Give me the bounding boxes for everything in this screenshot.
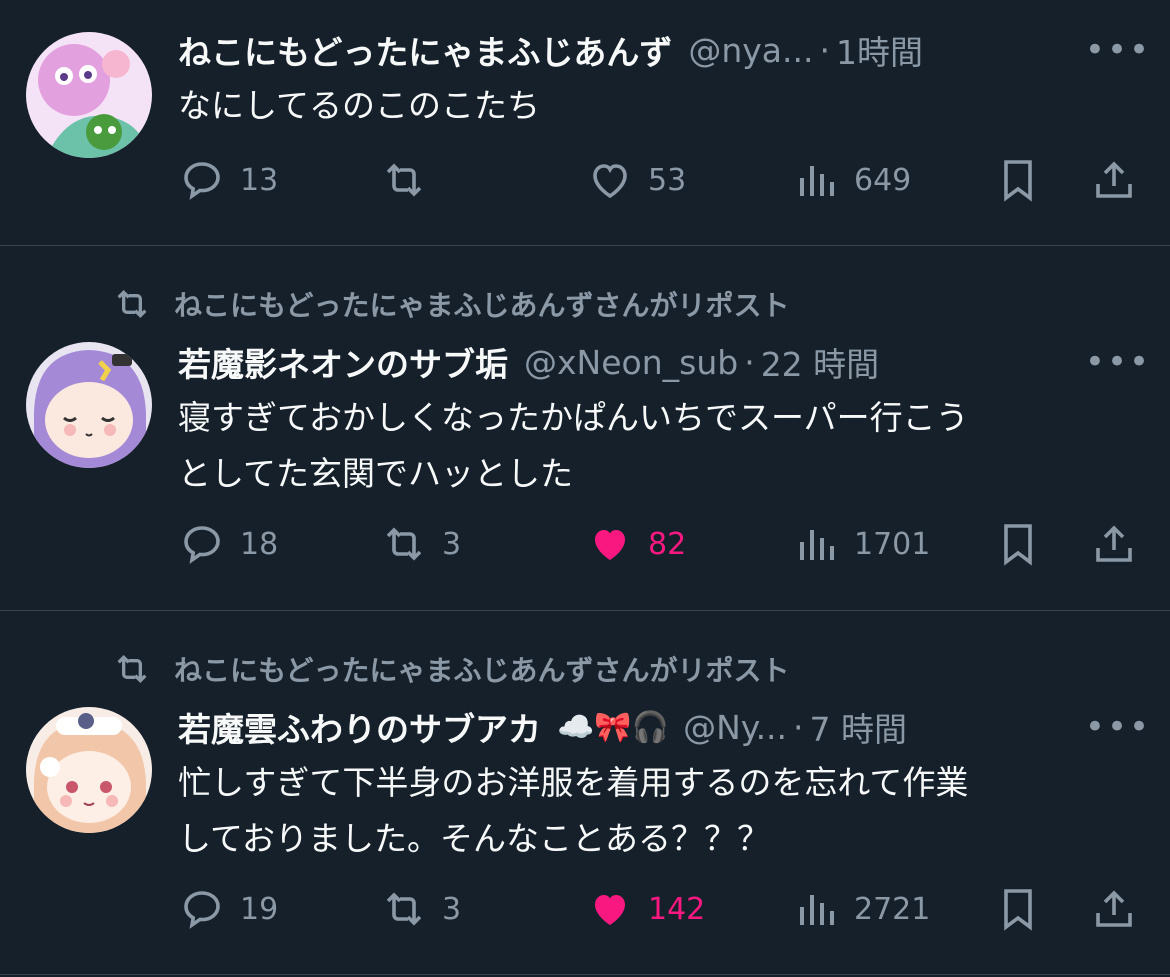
display-name[interactable]: 若魔雲ふわりのサブアカ [178,703,541,751]
tweet[interactable]: ねこにもどったにゃまふじあんずさんがリポスト 若魔雲ふわりのサブアカ ☁️🎀🎧 … [0,611,1170,977]
repost-text: ねこにもどったにゃまふじあんずさんがリポスト [174,654,790,687]
separator-dot: · [744,342,755,382]
views-button[interactable]: 2721 [792,881,930,937]
display-name[interactable]: ねこにもどったにゃまふじあんず [178,26,672,74]
action-bar: 18 3 82 1701 [0,516,1170,572]
view-count: 2721 [854,891,931,927]
bookmark-icon[interactable] [994,520,1042,568]
more-icon[interactable]: ••• [1085,30,1149,70]
separator-dot: · [819,30,830,70]
repost-indicator[interactable]: ねこにもどったにゃまふじあんずさんがリポスト [112,284,789,324]
reply-button[interactable]: 13 [178,152,278,208]
like-icon [593,164,627,199]
tweet-text: 寝すぎておかしくなったかぱんいちでスーパー行こう としてた玄関でハッとした [178,390,1138,502]
repost-indicator-icon [117,289,147,319]
action-bar: 19 3 142 2721 [0,881,1170,937]
retweet-button[interactable]: 3 [380,516,461,572]
views-button[interactable]: 1701 [792,516,930,572]
action-bar: 13 53 649 [0,152,1170,208]
like-count: 53 [648,162,687,198]
timestamp[interactable]: 22 時間 [761,338,879,386]
retweet-button[interactable] [380,152,442,208]
like-icon [595,895,625,925]
like-button[interactable]: 53 [586,152,686,208]
display-name[interactable]: 若魔影ネオンのサブ垢 [178,338,508,386]
view-count: 649 [854,162,912,198]
reply-icon [184,891,220,929]
user-handle[interactable]: @nya... [688,31,813,70]
tweet-text-line: としてた玄関でハッとした [178,454,574,493]
bookmark-icon[interactable] [994,156,1042,204]
share-icon[interactable] [1090,156,1138,204]
reply-count: 13 [240,162,279,198]
avatar[interactable] [26,32,152,158]
tweet-text: なにしてるのこのこたち [178,78,1138,134]
separator-dot: · [793,707,804,747]
tweet-text-line: なにしてるのこのこたち [178,86,541,125]
like-button[interactable]: 82 [586,516,686,572]
repost-text: ねこにもどったにゃまふじあんずさんがリポスト [174,289,790,322]
views-icon [800,530,834,560]
like-button[interactable]: 142 [586,881,705,937]
views-button[interactable]: 649 [792,152,911,208]
more-icon[interactable]: ••• [1085,342,1149,382]
retweet-icon [386,892,422,926]
reply-icon [184,526,220,564]
repost-indicator-icon [117,654,147,684]
retweet-button[interactable]: 3 [380,881,461,937]
name-emoji: ☁️🎀🎧 [557,709,670,745]
view-count: 1701 [854,526,931,562]
timestamp[interactable]: 7 時間 [810,703,908,751]
more-icon[interactable]: ••• [1085,707,1149,747]
reply-button[interactable]: 19 [178,881,278,937]
tweet-text: 忙しすぎて下半身のお洋服を着用するのを忘れて作業 しておりました。そんなことある… [178,755,1138,867]
views-icon [800,166,834,196]
tweet-divider [0,974,1170,975]
tweet-header: 若魔雲ふわりのサブアカ ☁️🎀🎧 @Ny... · 7 時間 [178,701,1050,753]
reply-icon [184,162,220,200]
retweet-count: 3 [442,891,462,927]
repost-indicator[interactable]: ねこにもどったにゃまふじあんずさんがリポスト [112,649,789,689]
timestamp[interactable]: 1時間 [836,26,923,74]
share-icon[interactable] [1090,520,1138,568]
bookmark-icon[interactable] [994,885,1042,933]
tweet[interactable]: ねこにもどったにゃまふじあんずさんがリポスト 若魔影ネオンのサブ垢 @xNeon… [0,246,1170,610]
views-icon [800,895,834,925]
timeline-feed: ねこにもどったにゃまふじあんず @nya... · 1時間 ••• なにしてるの… [0,0,1170,977]
like-icon [595,530,625,560]
like-count: 142 [648,891,706,927]
user-handle[interactable]: @xNeon_sub [524,343,738,382]
retweet-icon [386,527,422,561]
reply-button[interactable]: 18 [178,516,278,572]
tweet-text-line: 寝すぎておかしくなったかぱんいちでスーパー行こう [178,398,969,437]
avatar[interactable] [26,707,152,833]
tweet-text-line: しておりました。そんなことある？？？ [178,819,771,858]
tweet-text-line: 忙しすぎて下半身のお洋服を着用するのを忘れて作業 [178,763,969,802]
like-count: 82 [648,526,687,562]
reply-count: 18 [240,526,279,562]
retweet-count: 3 [442,526,462,562]
reply-count: 19 [240,891,279,927]
tweet[interactable]: ねこにもどったにゃまふじあんず @nya... · 1時間 ••• なにしてるの… [0,0,1170,245]
retweet-icon [386,163,422,197]
share-icon[interactable] [1090,885,1138,933]
tweet-header: 若魔影ネオンのサブ垢 @xNeon_sub · 22 時間 [178,336,1050,388]
user-handle[interactable]: @Ny... [683,708,787,747]
tweet-header: ねこにもどったにゃまふじあんず @nya... · 1時間 [178,24,1050,76]
avatar[interactable] [26,342,152,468]
